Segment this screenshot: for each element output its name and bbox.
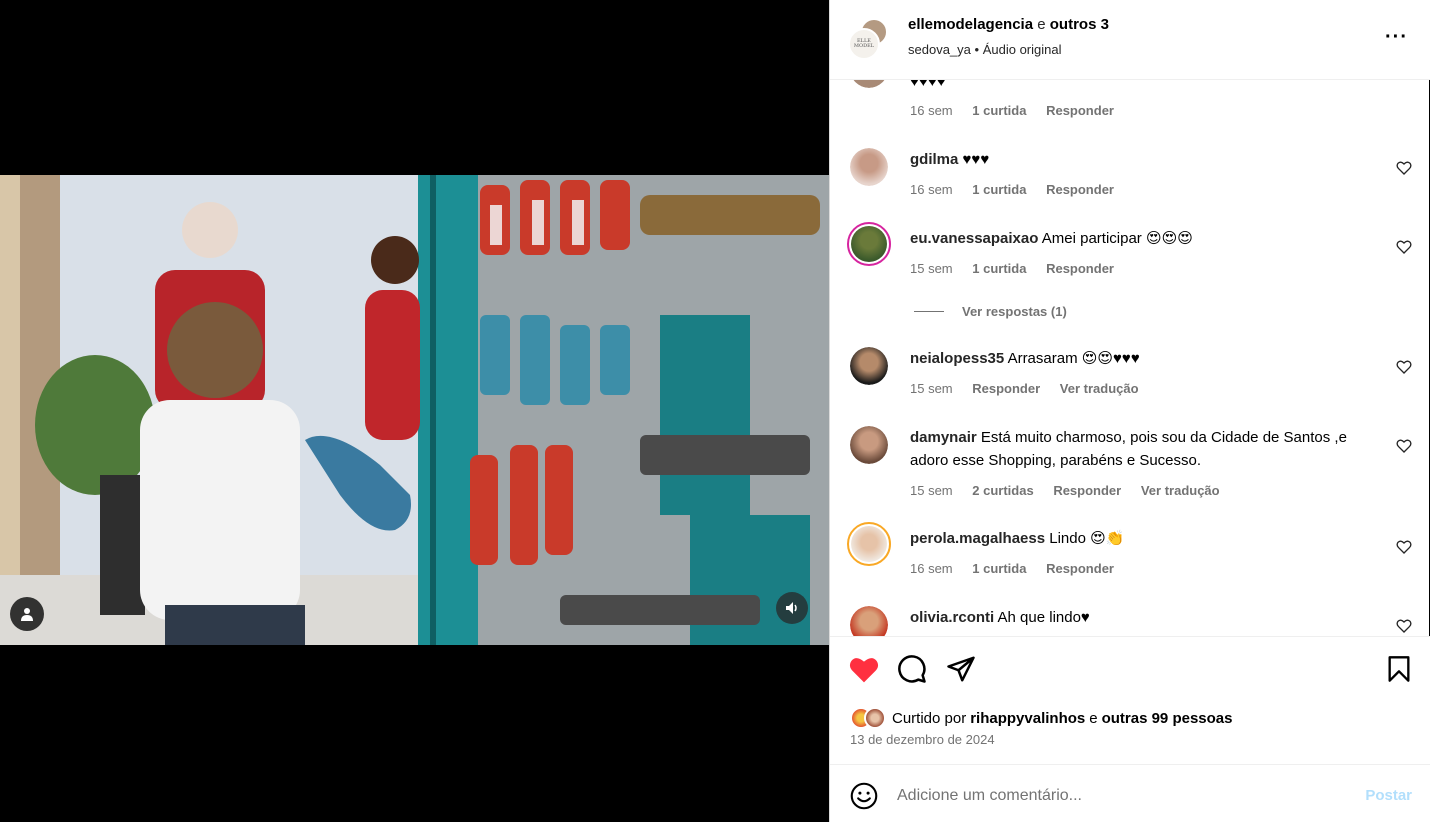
reply-button[interactable]: Responder: [1053, 483, 1121, 498]
comment-meta: 16 sem 1 curtida Responder: [910, 561, 1130, 576]
author-line: ellemodelagencia e outros 3: [908, 16, 1109, 33]
logo-text: ELLE MODEL: [853, 38, 875, 49]
more-options-button[interactable]: ···: [1385, 26, 1408, 49]
comment-heart-icon[interactable]: [1396, 160, 1412, 176]
comment-likes[interactable]: 1 curtida: [972, 261, 1026, 276]
commenter-avatar[interactable]: [850, 148, 888, 186]
audio-bullet: •: [974, 42, 980, 57]
comment-meta: 15 sem Responder Ver tradução: [910, 381, 1155, 396]
comment-meta: 15 sem 1 curtida Responder: [910, 261, 1130, 276]
reply-button[interactable]: Responder: [972, 381, 1040, 396]
comment-text: Ah que lindo♥: [997, 609, 1090, 626]
video-frame: [0, 175, 829, 645]
comment-meta: 16 sem 1 curtida Responder: [910, 182, 1130, 197]
post-header: ELLE MODEL ellemodelagencia e outros 3 s…: [830, 0, 1430, 80]
comment-likes[interactable]: 2 curtidas: [972, 483, 1033, 498]
post-button[interactable]: Postar: [1365, 787, 1412, 804]
tagged-users-button[interactable]: [10, 597, 44, 631]
comment-body: neialopess35 Arrasaram 😍😍♥♥♥: [910, 347, 1380, 370]
audio-link[interactable]: Áudio original: [983, 42, 1062, 57]
comment-time[interactable]: 15 sem: [910, 261, 953, 276]
comment-body: ♥♥♥♥: [910, 80, 1380, 93]
author-username[interactable]: ellemodelagencia: [908, 16, 1033, 33]
comment-heart-icon[interactable]: [1396, 618, 1412, 634]
volume-button[interactable]: [776, 592, 808, 624]
commenter-avatar[interactable]: [850, 347, 888, 385]
comment-body: perola.magalhaess Lindo 😍👏: [910, 527, 1380, 550]
author-avatar[interactable]: ELLE MODEL: [848, 16, 890, 60]
comment-heart-icon[interactable]: [1396, 438, 1412, 454]
comment-text: ♥♥♥: [962, 151, 990, 168]
comment-icon[interactable]: [897, 654, 927, 684]
comment-heart-icon[interactable]: [1396, 359, 1412, 375]
author-joiner: e: [1037, 16, 1046, 33]
comment-heart-icon[interactable]: [1396, 239, 1412, 255]
comment-username[interactable]: perola.magalhaess: [910, 530, 1045, 547]
comment-username[interactable]: damynair: [910, 429, 977, 446]
comment-likes[interactable]: 1 curtida: [972, 103, 1026, 118]
post-panel: ELLE MODEL ellemodelagencia e outros 3 s…: [829, 0, 1430, 822]
comment-text: Amei participar 😍😍😍: [1041, 230, 1193, 247]
coauthors-link[interactable]: outros 3: [1050, 16, 1109, 33]
liked-user[interactable]: rihappyvalinhos: [970, 710, 1085, 727]
agency-logo-avatar: ELLE MODEL: [848, 28, 880, 60]
commenter-avatar[interactable]: [850, 426, 888, 464]
liked-joiner: e: [1089, 709, 1098, 727]
user-tag-icon: [21, 608, 33, 621]
translate-button[interactable]: Ver tradução: [1141, 483, 1220, 498]
comment-body: eu.vanessapaixao Amei participar 😍😍😍: [910, 227, 1380, 250]
comment-text: Arrasaram 😍😍♥♥♥: [1007, 350, 1140, 367]
comment-body: gdilma ♥♥♥: [910, 148, 1380, 171]
view-replies-button[interactable]: Ver respostas (1): [914, 304, 1067, 319]
comment-likes[interactable]: 1 curtida: [972, 561, 1026, 576]
comment-text: ♥♥♥♥: [910, 80, 946, 90]
comment-meta: 16 sem 1 curtida Responder: [910, 103, 1130, 118]
comment-time[interactable]: 16 sem: [910, 182, 953, 197]
reply-button[interactable]: Responder: [1046, 182, 1114, 197]
reply-button[interactable]: Responder: [1046, 261, 1114, 276]
heart-icon[interactable]: [848, 654, 880, 684]
comment-body: olivia.rconti Ah que lindo♥: [910, 606, 1380, 629]
liked-prefix: Curtido por: [892, 709, 967, 727]
liked-by: Curtido por rihappyvalinhos e outras 99 …: [850, 707, 1232, 729]
add-comment-bar: Postar: [830, 764, 1430, 822]
comment-meta: 15 sem 2 curtidas Responder Ver tradução: [910, 483, 1236, 498]
commenter-avatar[interactable]: [850, 80, 888, 88]
commenter-avatar-story[interactable]: [847, 222, 891, 266]
comment-likes[interactable]: 1 curtida: [972, 182, 1026, 197]
commenter-avatar[interactable]: [850, 606, 888, 636]
comment-username[interactable]: gdilma: [910, 151, 958, 168]
liker-avatar[interactable]: [864, 707, 886, 729]
audio-username[interactable]: sedova_ya: [908, 42, 971, 57]
comment-text: Lindo 😍👏: [1049, 530, 1125, 547]
emoji-icon[interactable]: [850, 782, 878, 810]
volume-icon: [786, 602, 797, 614]
share-icon[interactable]: [946, 654, 976, 684]
comment-time[interactable]: 16 sem: [910, 561, 953, 576]
view-replies-label: Ver respostas (1): [962, 304, 1067, 319]
comment-body: damynair Está muito charmoso, pois sou d…: [910, 426, 1380, 472]
media-area: [0, 0, 829, 822]
post-actions: Curtido por rihappyvalinhos e outras 99 …: [830, 636, 1430, 764]
comments-list[interactable]: ♥♥♥♥ 16 sem 1 curtida Responder gdilma ♥…: [830, 80, 1430, 636]
reply-button[interactable]: Responder: [1046, 561, 1114, 576]
translate-button[interactable]: Ver tradução: [1060, 381, 1139, 396]
post-date[interactable]: 13 de dezembro de 2024: [850, 732, 995, 747]
comment-username[interactable]: eu.vanessapaixao: [910, 230, 1038, 247]
replies-divider: [914, 311, 944, 312]
commenter-avatar-story[interactable]: [847, 522, 891, 566]
comment-username[interactable]: neialopess35: [910, 350, 1004, 367]
comment-time[interactable]: 15 sem: [910, 381, 953, 396]
comment-username[interactable]: olivia.rconti: [910, 609, 994, 626]
liked-others[interactable]: outras 99 pessoas: [1102, 710, 1233, 727]
comment-time[interactable]: 16 sem: [910, 103, 953, 118]
video-player[interactable]: [0, 175, 829, 645]
more-icon: ···: [1385, 26, 1408, 48]
comment-heart-icon[interactable]: [1396, 539, 1412, 555]
comment-time[interactable]: 15 sem: [910, 483, 953, 498]
reply-button[interactable]: Responder: [1046, 103, 1114, 118]
save-icon[interactable]: [1385, 654, 1413, 684]
audio-line: sedova_ya • Áudio original: [908, 42, 1061, 57]
comment-input[interactable]: [897, 783, 1337, 809]
